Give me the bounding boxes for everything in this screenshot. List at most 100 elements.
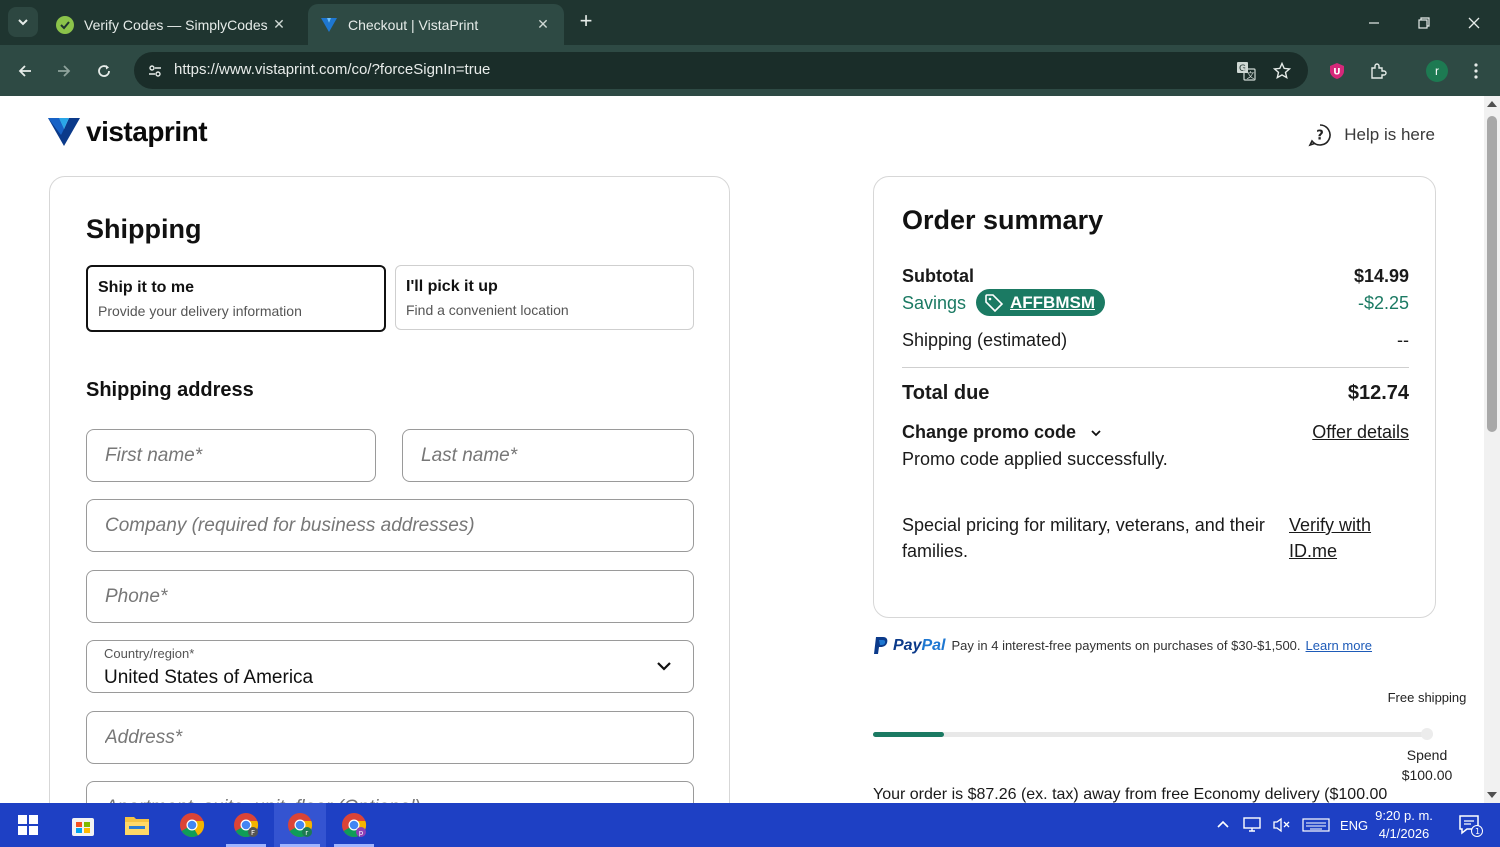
chevron-up-icon[interactable] — [1216, 818, 1230, 832]
chevron-down-icon — [18, 19, 28, 26]
svg-text:文: 文 — [1247, 70, 1255, 80]
order-summary-card: Order summary Subtotal $14.99 Savings AF… — [873, 176, 1436, 618]
svg-text:r: r — [305, 829, 308, 837]
restore-button[interactable] — [1404, 8, 1444, 38]
extension-shield-icon[interactable]: U — [1324, 58, 1350, 84]
minimize-button[interactable] — [1354, 8, 1394, 38]
free-shipping-progress — [873, 732, 1433, 737]
logo-wordmark: vistaprint — [86, 116, 208, 147]
arrow-right-icon — [58, 65, 71, 77]
address2-field[interactable] — [86, 781, 694, 803]
total-label: Total due — [902, 382, 990, 404]
svg-text:1: 1 — [1475, 827, 1480, 836]
first-name-input[interactable] — [87, 430, 375, 481]
bookmark-star-icon[interactable] — [1271, 60, 1293, 82]
offer-details-link[interactable]: Offer details — [1312, 422, 1409, 443]
first-name-field[interactable] — [86, 429, 376, 482]
paypal-logo-icon — [874, 637, 888, 654]
chrome-icon: r — [288, 813, 313, 838]
promo-success-message: Promo code applied successfully. — [902, 449, 1168, 469]
spend-label: Spend — [1406, 747, 1448, 763]
svg-text:?: ? — [1317, 129, 1325, 144]
tab-close-icon[interactable]: ✕ — [270, 16, 288, 33]
keyboard-icon[interactable] — [1302, 817, 1330, 833]
chrome-profile-f-app[interactable]: F — [220, 803, 272, 847]
taskbar-clock[interactable]: 9:20 p. m. 4/1/2026 — [1368, 807, 1440, 843]
notification-icon: 1 — [1459, 815, 1483, 837]
spend-amount: $100.00 — [1401, 767, 1453, 783]
company-field[interactable] — [86, 499, 694, 552]
speaker-muted-icon[interactable] — [1272, 817, 1292, 833]
help-link[interactable]: ? Help is here — [1308, 123, 1435, 147]
tab-close-icon[interactable]: ✕ — [534, 16, 552, 33]
back-button[interactable] — [11, 57, 39, 85]
clock-date: 4/1/2026 — [1378, 826, 1430, 841]
start-button[interactable] — [2, 803, 54, 847]
military-pricing-text: Special pricing for military, veterans, … — [902, 515, 1265, 561]
windows-logo-icon — [18, 815, 38, 835]
tab-simplycodes[interactable]: Verify Codes — SimplyCodes ✕ — [44, 4, 300, 45]
browser-menu-icon[interactable] — [1463, 58, 1489, 84]
chrome-profile-p-app[interactable]: p — [328, 803, 380, 847]
profile-avatar[interactable]: r — [1424, 58, 1450, 84]
ship-it-to-me-option[interactable]: Ship it to me Provide your delivery info… — [86, 265, 386, 332]
url-text[interactable]: https://www.vistaprint.com/co/?forceSign… — [174, 61, 490, 78]
reload-button[interactable] — [90, 57, 118, 85]
shipping-address-title: Shipping address — [86, 379, 254, 401]
scrollbar-thumb[interactable] — [1487, 116, 1497, 432]
forward-button[interactable] — [50, 57, 78, 85]
shipping-title: Shipping — [86, 214, 202, 244]
pick-it-up-option[interactable]: I'll pick it up Find a convenient locati… — [395, 265, 694, 330]
chrome-icon: p — [342, 813, 367, 838]
scroll-up-arrow-icon[interactable] — [1487, 101, 1497, 107]
change-promo-code-button[interactable]: Change promo code — [902, 422, 1103, 442]
extensions-puzzle-icon[interactable] — [1365, 58, 1391, 84]
notification-center-button[interactable]: 1 — [1444, 803, 1496, 847]
shipping-row: Shipping (estimated) -- — [902, 330, 1409, 351]
file-explorer-app[interactable] — [111, 803, 163, 847]
new-tab-plus-icon[interactable]: + — [574, 10, 598, 34]
vistaprint-logo[interactable]: vistaprint — [48, 116, 208, 148]
shipping-estimated-label: Shipping (estimated) — [902, 330, 1068, 350]
verify-idme-link[interactable]: Verify with ID.me — [1289, 512, 1389, 564]
store-icon — [72, 818, 94, 836]
country-select[interactable]: Country/region* United States of America — [86, 640, 694, 693]
phone-field[interactable] — [86, 570, 694, 623]
chrome-app[interactable] — [166, 803, 218, 847]
network-icon[interactable] — [1242, 817, 1262, 833]
close-window-button[interactable] — [1454, 8, 1494, 38]
address2-input[interactable] — [87, 782, 693, 803]
paypal-text: Pay in 4 interest-free payments on purch… — [951, 638, 1301, 653]
address-field[interactable] — [86, 711, 694, 764]
chrome-profile-r-app[interactable]: r — [274, 803, 326, 847]
paypal-message: PayPal Pay in 4 interest-free payments o… — [873, 636, 1372, 655]
address-input[interactable] — [87, 712, 693, 763]
arrow-left-icon — [18, 65, 31, 77]
phone-input[interactable] — [87, 571, 693, 622]
svg-text:F: F — [251, 829, 255, 837]
company-input[interactable] — [87, 500, 693, 551]
help-label: Help is here — [1344, 125, 1435, 144]
page-scrollbar[interactable] — [1484, 96, 1500, 803]
progress-goal-marker — [1421, 728, 1433, 740]
spend-threshold-label: Spend $100.00 — [1385, 745, 1469, 785]
option-subtitle: Provide your delivery information — [98, 303, 302, 319]
promo-code-badge[interactable]: AFFBMSM — [976, 289, 1105, 316]
summary-divider — [902, 367, 1409, 368]
last-name-input[interactable] — [403, 430, 693, 481]
tab-vistaprint[interactable]: Checkout | VistaPrint ✕ — [308, 4, 564, 45]
option-title: I'll pick it up — [406, 278, 498, 295]
paypal-learn-more-link[interactable]: Learn more — [1306, 638, 1372, 653]
address-bar[interactable]: https://www.vistaprint.com/co/?forceSign… — [134, 52, 1308, 89]
subtotal-label: Subtotal — [902, 266, 974, 286]
total-row: Total due $12.74 — [902, 382, 1409, 405]
scroll-down-arrow-icon[interactable] — [1487, 792, 1497, 798]
translate-icon[interactable]: G文 — [1235, 60, 1257, 82]
tab-search-button[interactable] — [8, 7, 38, 37]
language-indicator[interactable]: ENG — [1340, 818, 1368, 833]
svg-text:U: U — [1333, 68, 1340, 78]
order-summary-title: Order summary — [902, 205, 1104, 235]
site-info-icon[interactable] — [142, 58, 168, 84]
last-name-field[interactable] — [402, 429, 694, 482]
microsoft-store-app[interactable] — [57, 803, 109, 847]
